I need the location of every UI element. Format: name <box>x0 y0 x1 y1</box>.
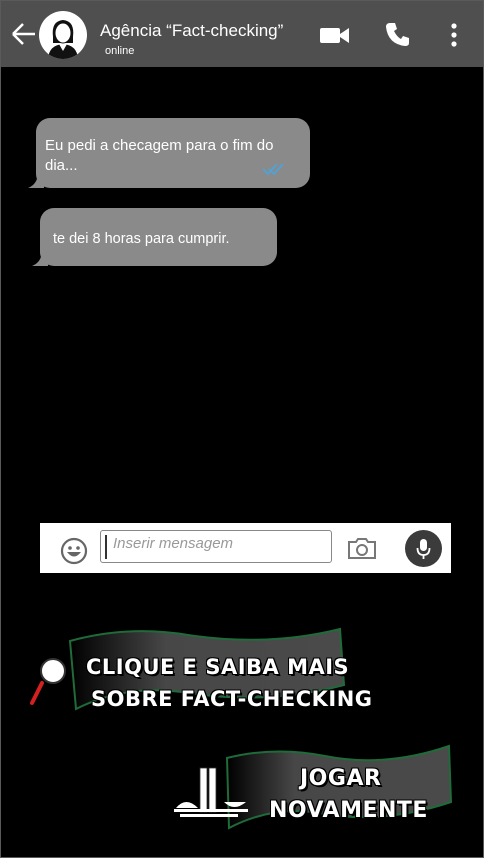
message-bubble[interactable]: te dei 8 horas para cumprir. <box>32 208 277 266</box>
magnifier-icon <box>30 658 66 705</box>
contact-status: online <box>105 45 135 57</box>
contact-name[interactable]: Agência “Fact-checking” <box>100 21 283 41</box>
chat-header: Agência “Fact-checking” online <box>1 1 483 67</box>
message-bubble[interactable]: Eu pedi a checagem para o fim do dia... <box>28 118 310 188</box>
video-call-icon[interactable] <box>320 25 350 45</box>
read-ticks-icon <box>262 163 284 176</box>
message-input[interactable]: Inserir mensagem <box>100 530 332 563</box>
mic-icon <box>416 539 431 559</box>
learn-more-line1: Clique e saiba mais <box>86 655 350 679</box>
play-again-line2: novamente <box>269 798 428 823</box>
avatar-woman-icon <box>48 20 78 59</box>
mic-button[interactable] <box>405 530 442 567</box>
message-input-placeholder: Inserir mensagem <box>113 535 234 552</box>
congress-building-icon <box>174 767 248 817</box>
text-caret <box>105 535 107 559</box>
play-again-button[interactable]: Jogar novamente <box>170 744 455 834</box>
play-again-line1: Jogar <box>300 766 382 791</box>
more-vert-icon[interactable] <box>450 23 458 47</box>
avatar[interactable] <box>39 11 87 59</box>
phone-icon[interactable] <box>385 21 411 47</box>
back-arrow-icon[interactable] <box>11 19 37 49</box>
camera-icon[interactable] <box>347 537 377 559</box>
message-text: Eu pedi a checagem para o fim do dia... <box>45 137 274 174</box>
learn-more-button[interactable]: Clique e saiba mais sobre Fact-checking <box>28 625 428 720</box>
emoji-icon[interactable] <box>60 537 88 565</box>
message-text: te dei 8 horas para cumprir. <box>53 231 230 247</box>
bubble-tail <box>28 172 44 188</box>
bubble-tail <box>32 250 48 266</box>
learn-more-line2: sobre Fact-checking <box>91 687 373 711</box>
message-composer: Inserir mensagem <box>40 523 451 573</box>
